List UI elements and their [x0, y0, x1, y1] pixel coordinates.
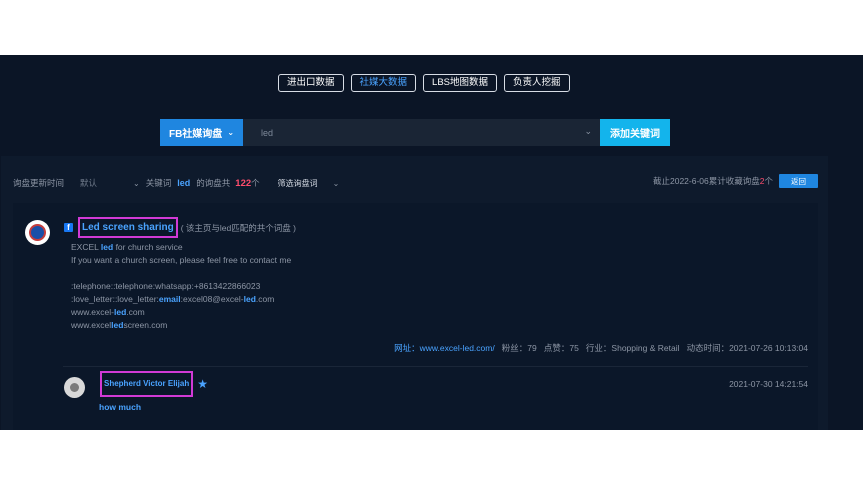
comment-time: 2021-07-30 14:21:54 [729, 379, 808, 389]
desc-line: :love_letter::love_letter:email:excel08@… [71, 294, 275, 304]
results-panel: 询盘更新时间 默认 ⌄ 关键词 led 的询盘共 122 个 筛选询盘词 ⌄ 截… [1, 156, 828, 430]
star-icon[interactable]: ★ [197, 377, 208, 391]
chevron-down-icon: ⌄ [227, 128, 235, 137]
site-link[interactable]: www.excel-led.com/ [420, 343, 495, 353]
back-button[interactable]: 返回 [779, 174, 818, 188]
post-time: 动态时间：2021-07-26 10:13:04 [686, 343, 808, 353]
keyword-value: led [261, 127, 274, 138]
keyword-prefix: 关键词 [145, 178, 172, 188]
post-meta: 网址：www.excel-led.com/ 粉丝：79 点赞：75 行业：Sho… [394, 342, 808, 354]
summary-text: 截止2022-6-06累计收藏询盘2个 [652, 176, 773, 186]
site-label: 网址： [394, 343, 420, 353]
desc-line: If you want a church screen, please feel… [71, 255, 292, 265]
industry: 行业：Shopping & Retail [585, 343, 680, 353]
chevron-down-icon[interactable]: ⌄ [133, 179, 140, 188]
summary: 截止2022-6-06累计收藏询盘2个 返回 [653, 174, 818, 188]
commenter-avatar[interactable] [64, 377, 85, 398]
post-description: EXCEL led for church service If you want… [71, 241, 291, 332]
inquiry-count: 122 [235, 177, 252, 189]
inquiry-card: f Led screen sharing ( 该主页与led匹配的共个词盘 ) … [13, 203, 818, 430]
filter-keyword: led [177, 178, 191, 188]
commenter-row: Shepherd Victor Elijah ★ [100, 371, 208, 397]
divider [63, 366, 808, 367]
filter-bar: 询盘更新时间 默认 ⌄ 关键词 led 的询盘共 122 个 筛选询盘词 ⌄ 截… [13, 174, 818, 190]
count-prefix: 的询盘共 [196, 178, 231, 188]
count-suffix: 个 [251, 178, 260, 188]
chevron-down-icon[interactable]: ⌄ [333, 179, 340, 188]
search-type-label: FB社媒询盘 [168, 129, 223, 140]
likes-count: 点赞：75 [543, 343, 579, 353]
desc-line: www.excelledscreen.com [71, 320, 168, 330]
keyword-input[interactable]: led ⌄ [243, 119, 600, 146]
add-keyword-button[interactable]: 添加关键词 [600, 119, 670, 146]
commenter-name[interactable]: Shepherd Victor Elijah [100, 371, 194, 397]
fans-count: 粉丝：79 [501, 343, 537, 353]
tab-contact-mining[interactable]: 负责人挖掘 [504, 74, 570, 92]
page-title-row: f Led screen sharing ( 该主页与led匹配的共个词盘 ) [64, 217, 296, 238]
app-window: 进出口数据 社媒大数据 LBS地图数据 负责人挖掘 FB社媒询盘 ⌄ led ⌄… [0, 55, 863, 430]
data-source-tabs: 进出口数据 社媒大数据 LBS地图数据 负责人挖掘 [278, 74, 570, 92]
page-avatar[interactable] [25, 220, 50, 245]
tab-social-media[interactable]: 社媒大数据 [350, 74, 417, 92]
tab-import-export[interactable]: 进出口数据 [278, 74, 344, 92]
desc-line: www.excel-led.com [71, 307, 145, 317]
desc-line: EXCEL led for church service [71, 242, 183, 252]
page-title[interactable]: Led screen sharing [78, 217, 178, 238]
update-time-select[interactable]: 默认 [80, 177, 97, 189]
search-type-select[interactable]: FB社媒询盘 ⌄ [160, 119, 243, 146]
update-time-label: 询盘更新时间 [13, 178, 65, 188]
search-bar: FB社媒询盘 ⌄ led ⌄ 添加关键词 [160, 119, 670, 146]
facebook-icon: f [64, 223, 73, 232]
page-note: ( 该主页与led匹配的共个词盘 ) [180, 222, 296, 233]
sort-select[interactable]: 筛选询盘词 [278, 178, 318, 189]
tab-lbs-map[interactable]: LBS地图数据 [423, 74, 497, 92]
comment-text: how much [99, 402, 142, 412]
chevron-down-icon[interactable]: ⌄ [584, 126, 592, 137]
desc-line: :telephone::telephone:whatsapp:+86134228… [71, 281, 261, 291]
